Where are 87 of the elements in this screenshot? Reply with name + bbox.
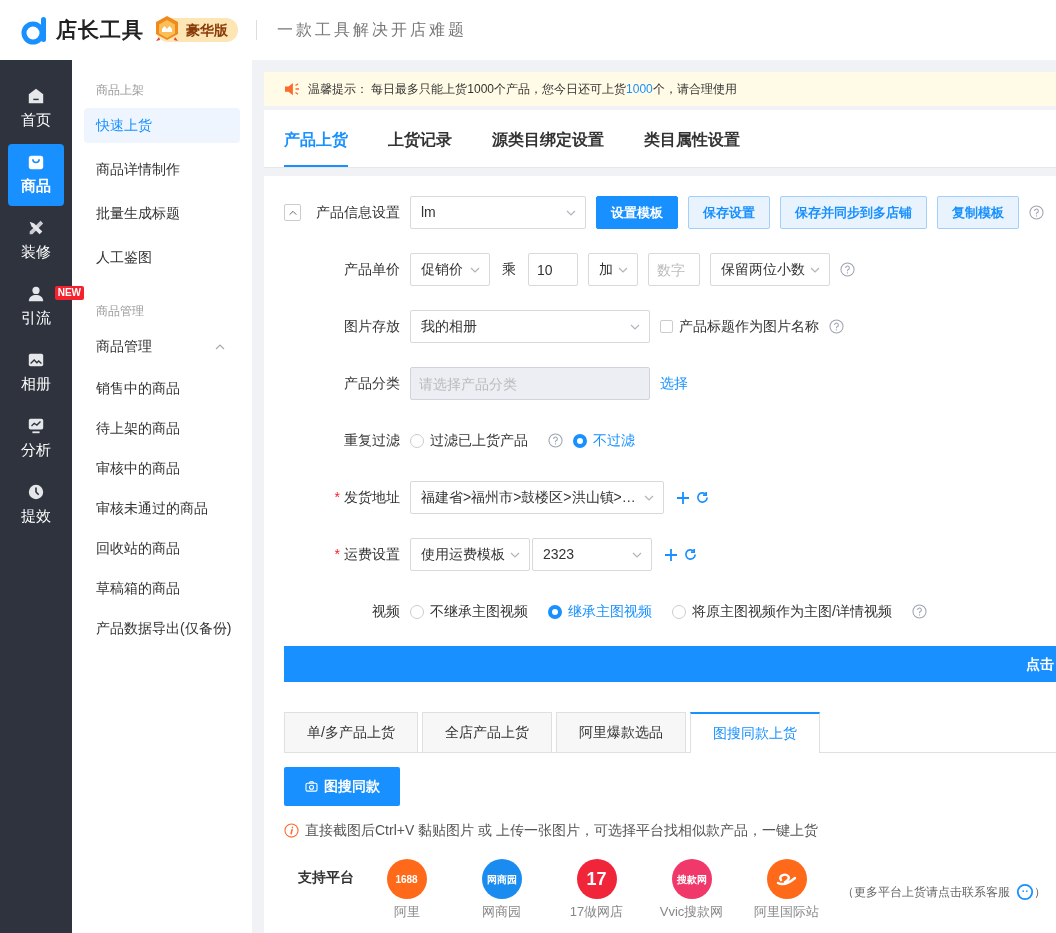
submenu-item[interactable]: 人工鉴图 — [84, 240, 240, 275]
speaker-icon — [284, 82, 300, 96]
chart-icon — [27, 416, 45, 435]
radio-option[interactable]: 不继承主图视频 — [410, 601, 528, 622]
ruler-pencil-icon — [27, 218, 45, 237]
section-title: 商品上架 — [95, 82, 145, 99]
field-label: 发货地址 — [344, 488, 400, 507]
field-label: 产品信息设置 — [316, 203, 400, 222]
required-mark: * — [334, 488, 340, 507]
tab[interactable]: 上货记录 — [388, 115, 452, 167]
radio-option[interactable]: 过滤已上货产品 — [410, 430, 528, 451]
help-icon[interactable] — [840, 262, 855, 277]
platform-name: 阿里国际站 — [754, 903, 819, 921]
collapse-button[interactable] — [284, 204, 301, 221]
submenu-item[interactable]: 草稿箱的商品 — [84, 573, 240, 604]
info-icon — [284, 823, 299, 838]
field-label: 产品单价 — [344, 260, 400, 279]
select-field[interactable]: 使用运费模板 — [410, 538, 530, 571]
platform-note: （更多平台上货请点击联系客服 — [842, 884, 1010, 901]
slogan: 一款工具解决开店难题 — [277, 19, 467, 41]
plus-icon[interactable] — [664, 547, 678, 562]
submenu-item[interactable]: 回收站的商品 — [84, 533, 240, 564]
select-field[interactable]: 促销价 — [410, 253, 490, 286]
hint-text: 直接截图后Ctrl+V 黏贴图片 或 上传一张图片，可选择平台找相似款产品，一键上货 — [305, 821, 818, 840]
upload-tab[interactable]: 单/多产品上货 — [284, 712, 418, 752]
select-field[interactable]: 加 — [588, 253, 638, 286]
select-field[interactable]: 2323 — [532, 538, 652, 571]
select-field[interactable]: 保留两位小数 — [710, 253, 830, 286]
upload-tab[interactable]: 阿里爆款选品 — [555, 712, 686, 752]
platform-name: Vvic搜款网 — [659, 903, 724, 921]
operator-label: 乘 — [502, 260, 516, 279]
nav-item[interactable]: 相册 — [8, 342, 64, 404]
submenu-item[interactable]: 商品管理 — [84, 329, 240, 364]
submenu-item[interactable]: 批量生成标题 — [84, 196, 240, 231]
platform-name: 网商园 — [482, 903, 521, 921]
field-label: 图片存放 — [344, 317, 400, 336]
help-icon[interactable] — [829, 319, 844, 334]
clock-icon — [27, 482, 45, 501]
field-label: 重复过滤 — [344, 431, 400, 450]
refresh-icon[interactable] — [684, 548, 697, 561]
platform-name: 阿里 — [393, 903, 420, 921]
nav-item[interactable]: 分析 — [8, 408, 64, 470]
edition-badge: 豪华版 — [156, 18, 238, 42]
submenu-item[interactable]: 待上架的商品 — [84, 413, 240, 444]
submenu-item[interactable]: 销售中的商品 — [84, 373, 240, 404]
radio-option[interactable]: 将原主图视频作为主图/详情视频 — [672, 601, 892, 622]
platform-name: 17做网店 — [569, 903, 624, 921]
submenu-item[interactable]: 审核中的商品 — [84, 453, 240, 484]
section-title: 商品管理 — [95, 303, 145, 320]
input-field[interactable]: 数字 — [648, 253, 700, 286]
swoosh-icon — [774, 871, 799, 887]
field-label: 运费设置 — [344, 545, 400, 564]
chat-icon[interactable] — [1016, 883, 1034, 901]
nav-item[interactable]: 首页 — [8, 78, 64, 140]
checkbox-option[interactable]: 产品标题作为图片名称 — [660, 316, 819, 337]
refresh-icon[interactable] — [696, 491, 709, 504]
person-icon — [27, 284, 45, 303]
help-icon[interactable] — [911, 604, 927, 619]
submenu-item[interactable]: 审核未通过的商品 — [84, 493, 240, 524]
select-field[interactable]: 我的相册 — [410, 310, 650, 343]
upload-tab[interactable]: 全店产品上货 — [421, 712, 552, 752]
brand-name: 店长工具 — [56, 17, 144, 44]
platform-logo[interactable] — [766, 859, 807, 899]
nav-item[interactable]: 装修 — [8, 210, 64, 272]
field-label: 产品分类 — [344, 374, 400, 393]
platform-note: ） — [1034, 884, 1046, 901]
input-field[interactable]: 10 — [528, 253, 578, 286]
help-icon[interactable] — [1029, 205, 1044, 220]
tab[interactable]: 类目属性设置 — [644, 115, 740, 167]
select-field[interactable]: lm — [410, 196, 586, 229]
required-mark: * — [334, 545, 340, 564]
nav-item[interactable]: 提效 — [8, 474, 64, 536]
submenu-item[interactable]: 产品数据导出(仅备份) — [84, 613, 240, 644]
field-label: 视频 — [372, 602, 400, 621]
help-icon[interactable] — [548, 433, 563, 448]
home-icon — [27, 86, 45, 105]
notice-text: 温馨提示： 每日最多只能上货1000个产品，您今日还可上货1000个，请合理使用 — [308, 81, 737, 98]
new-badge: NEW — [54, 286, 84, 300]
tab[interactable]: 源类目绑定设置 — [492, 115, 604, 167]
platform-logo[interactable]: 17 — [576, 859, 617, 899]
camera-icon — [304, 781, 318, 792]
submenu-item[interactable]: 商品详情制作 — [84, 152, 240, 187]
medal-icon — [154, 15, 180, 43]
select-field[interactable]: 福建省>福州市>鼓楼区>洪山镇>… — [410, 481, 664, 514]
platforms-label: 支持平台 — [297, 868, 355, 887]
plus-icon[interactable] — [676, 490, 690, 505]
platform-logo[interactable]: 搜款网 — [671, 859, 712, 899]
